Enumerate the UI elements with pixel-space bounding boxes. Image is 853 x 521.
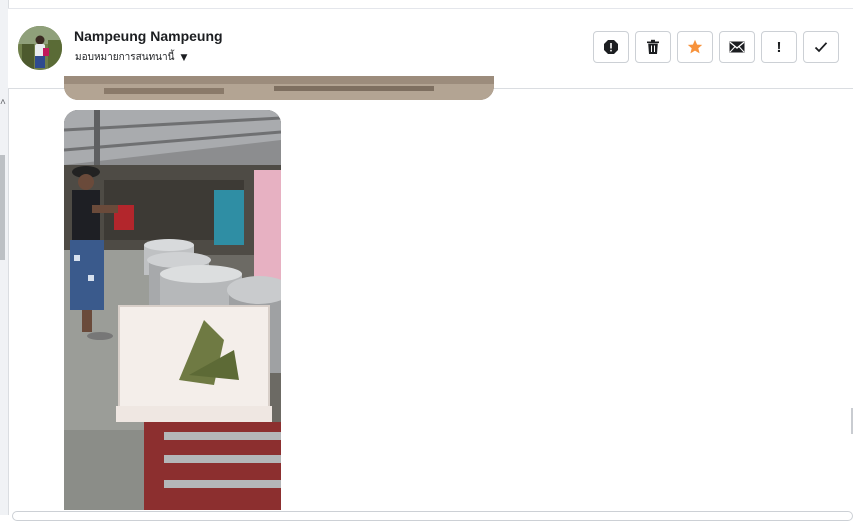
- spam-icon: [603, 39, 619, 55]
- message-composer[interactable]: [12, 511, 853, 521]
- star-icon: [687, 39, 703, 55]
- photo-attachment[interactable]: [64, 110, 281, 510]
- message-thread[interactable]: [8, 76, 853, 515]
- action-toolbar: !: [593, 31, 839, 63]
- mark-unread-button[interactable]: [719, 31, 755, 63]
- mark-spam-button[interactable]: [593, 31, 629, 63]
- previous-photo-attachment[interactable]: [64, 76, 494, 100]
- caret-down-icon: ▼: [180, 52, 188, 63]
- star-button[interactable]: [677, 31, 713, 63]
- collapse-caret-icon[interactable]: ˄: [0, 98, 6, 108]
- check-icon: [814, 41, 828, 53]
- exclamation-icon: !: [776, 38, 782, 56]
- left-scrollbar-thumb[interactable]: [0, 155, 5, 260]
- follow-up-button[interactable]: !: [761, 31, 797, 63]
- trash-icon: [646, 39, 660, 55]
- envelope-icon: [729, 41, 745, 53]
- delete-button[interactable]: [635, 31, 671, 63]
- contact-name[interactable]: Nampeung Nampeung: [74, 28, 223, 44]
- assign-label: มอบหมายการสนทนานี้: [75, 52, 175, 63]
- mark-done-button[interactable]: [803, 31, 839, 63]
- avatar[interactable]: [18, 26, 62, 70]
- assign-conversation-dropdown[interactable]: มอบหมายการสนทนานี้ ▼: [75, 50, 187, 65]
